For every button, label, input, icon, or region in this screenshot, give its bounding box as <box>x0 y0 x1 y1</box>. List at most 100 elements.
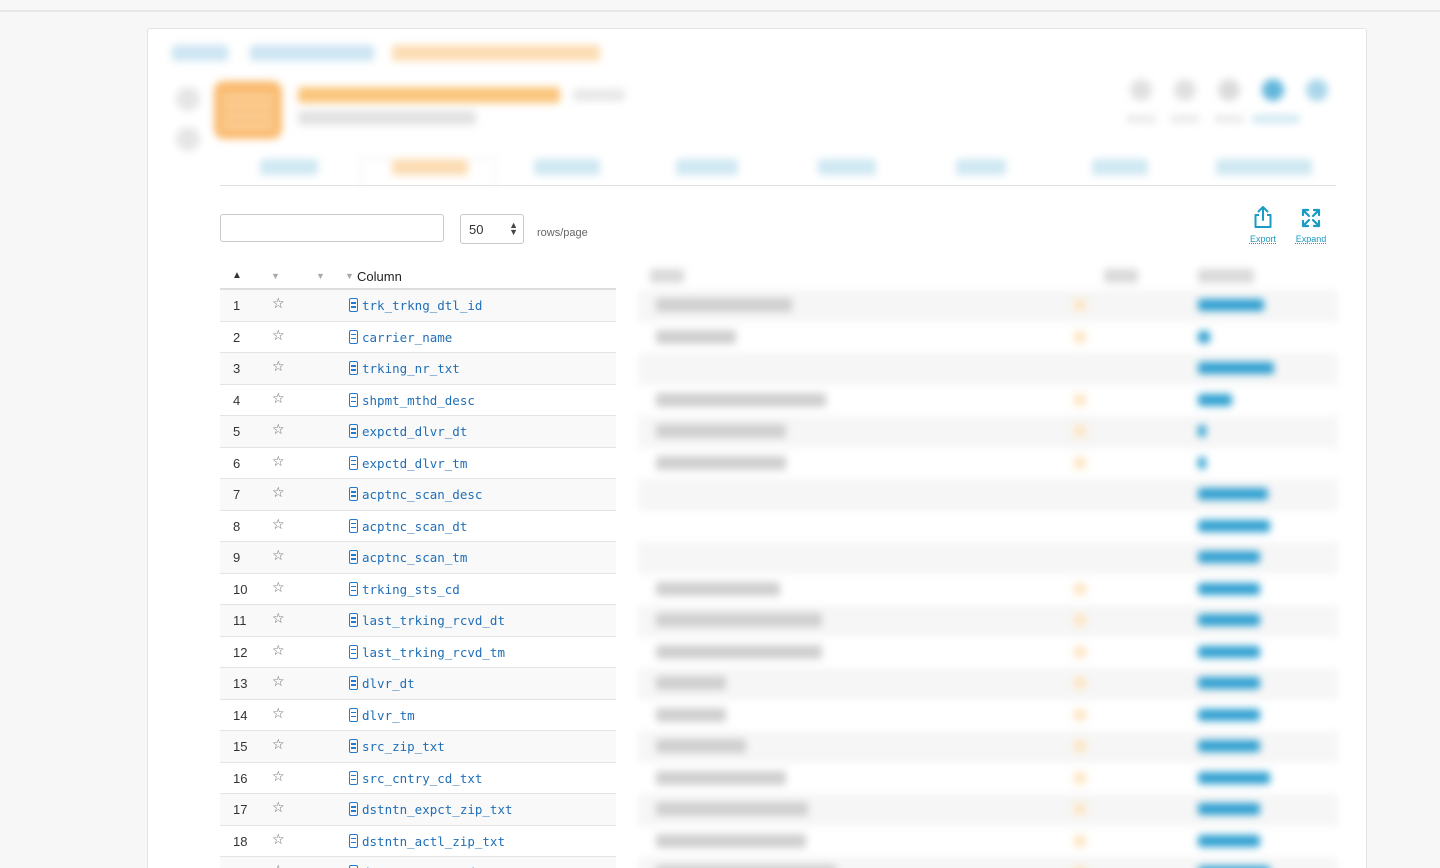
star-icon[interactable]: ☆ <box>272 799 285 816</box>
star-icon[interactable]: ☆ <box>272 547 285 564</box>
blurred-bar <box>1198 803 1260 815</box>
table-row[interactable]: 7 ☆ acptnc_scan_desc <box>220 479 616 511</box>
export-button[interactable]: Export <box>1243 205 1283 244</box>
star-icon[interactable]: ☆ <box>272 862 285 868</box>
star-icon[interactable]: ☆ <box>272 610 285 627</box>
blurred-key-icon <box>1074 708 1086 721</box>
breadcrumb-schema[interactable] <box>250 45 374 61</box>
row-number: 3 <box>233 361 241 376</box>
star-icon[interactable]: ☆ <box>272 768 285 785</box>
table-row[interactable]: 13 ☆ dlvr_dt <box>220 668 616 700</box>
tab[interactable] <box>956 159 1006 175</box>
tab-overview[interactable] <box>260 159 318 175</box>
column-icon <box>349 802 358 816</box>
star-icon[interactable]: ☆ <box>272 453 285 470</box>
sort-descending-icon[interactable]: ▼ <box>271 271 280 281</box>
tab-columns[interactable] <box>392 159 468 175</box>
blurred-row <box>638 826 1338 858</box>
page-subtitle <box>298 111 476 125</box>
sort-descending-icon[interactable]: ▼ <box>316 271 325 281</box>
column-name-link[interactable]: last_trking_rcvd_dt <box>362 613 505 628</box>
tab[interactable] <box>1092 159 1148 175</box>
main-card: 50 ▲ ▼ rows/page Export Expand ▲ ▼ ▼ ▼ Co… <box>147 28 1367 868</box>
table-row[interactable]: 17 ☆ dstntn_expct_zip_txt <box>220 794 616 826</box>
star-icon[interactable]: ☆ <box>272 642 285 659</box>
column-name-link[interactable]: expctd_dlvr_dt <box>362 424 467 439</box>
star-icon[interactable]: ☆ <box>272 516 285 533</box>
blurred-key-icon <box>1074 582 1086 595</box>
tab[interactable] <box>1216 159 1312 175</box>
star-icon[interactable]: ☆ <box>272 484 285 501</box>
column-name-link[interactable]: shpmt_mthd_desc <box>362 393 475 408</box>
table-row[interactable]: 3 ☆ trking_nr_txt <box>220 353 616 385</box>
star-icon[interactable]: ☆ <box>272 295 285 312</box>
star-icon[interactable]: ☆ <box>272 705 285 722</box>
table-row[interactable]: 1 ☆ trk_trkng_dtl_id <box>220 290 616 322</box>
column-name-link[interactable]: acptnc_scan_tm <box>362 550 467 565</box>
blurred-key-icon <box>1074 834 1086 847</box>
star-icon[interactable]: ☆ <box>272 327 285 344</box>
table-row[interactable]: 8 ☆ acptnc_scan_dt <box>220 511 616 542</box>
blurred-key-icon <box>1074 456 1086 469</box>
column-name-link[interactable]: last_trking_rcvd_tm <box>362 645 505 660</box>
table-row[interactable]: 14 ☆ dlvr_tm <box>220 700 616 731</box>
add-icon[interactable] <box>176 87 200 111</box>
blurred-key-icon <box>1074 393 1086 406</box>
blurred-row <box>638 511 1338 543</box>
star-icon[interactable]: ☆ <box>272 579 285 596</box>
tab[interactable] <box>676 159 738 175</box>
breadcrumb-home[interactable] <box>172 45 228 61</box>
add-icon[interactable] <box>176 127 200 151</box>
tab[interactable] <box>818 159 876 175</box>
table-row[interactable]: 15 ☆ src_zip_txt <box>220 731 616 763</box>
blurred-bar <box>1198 582 1260 595</box>
action-icon[interactable] <box>1306 79 1328 101</box>
search-input[interactable] <box>220 214 444 242</box>
table-row[interactable]: 16 ☆ src_cntry_cd_txt <box>220 763 616 794</box>
table-row[interactable]: 9 ☆ acptnc_scan_tm <box>220 542 616 574</box>
table-row[interactable]: 18 ☆ dstntn_actl_zip_txt <box>220 826 616 857</box>
blurred-bar <box>1198 740 1260 752</box>
star-icon[interactable]: ☆ <box>272 421 285 438</box>
column-name-link[interactable]: src_cntry_cd_txt <box>362 771 482 786</box>
star-icon[interactable]: ☆ <box>272 390 285 407</box>
table-row[interactable]: 10 ☆ trking_sts_cd <box>220 574 616 605</box>
column-name-link[interactable]: trk_trkng_dtl_id <box>362 298 482 313</box>
table-row[interactable]: 11 ☆ last_trking_rcvd_dt <box>220 605 616 637</box>
table-row[interactable]: 12 ☆ last_trking_rcvd_tm <box>220 637 616 668</box>
tab[interactable] <box>534 159 600 175</box>
table-row[interactable]: 4 ☆ shpmt_mthd_desc <box>220 385 616 416</box>
action-icon[interactable] <box>1218 79 1240 101</box>
column-name-link[interactable]: trking_sts_cd <box>362 582 460 597</box>
action-icon[interactable] <box>1174 79 1196 101</box>
table-row[interactable]: 5 ☆ expctd_dlvr_dt <box>220 416 616 448</box>
star-icon[interactable]: ☆ <box>272 358 285 375</box>
column-name-link[interactable]: dlvr_tm <box>362 708 415 723</box>
sort-ascending-icon[interactable]: ▲ <box>232 270 242 281</box>
blurred-type <box>656 329 736 344</box>
rows-per-page-select[interactable]: 50 ▲ ▼ <box>460 214 524 244</box>
table-row[interactable]: 6 ☆ expctd_dlvr_tm <box>220 448 616 479</box>
column-name-link[interactable]: acptnc_scan_dt <box>362 519 467 534</box>
column-name-link[interactable]: expctd_dlvr_tm <box>362 456 467 471</box>
star-icon[interactable]: ☆ <box>272 673 285 690</box>
column-sort-icon[interactable]: ▼ <box>345 271 354 281</box>
action-icon[interactable] <box>1262 79 1284 101</box>
blurred-row <box>638 448 1338 480</box>
action-label <box>1214 115 1244 123</box>
table-row[interactable]: 2 ☆ carrier_name <box>220 322 616 353</box>
column-name-link[interactable]: src_zip_txt <box>362 739 445 754</box>
star-icon[interactable]: ☆ <box>272 736 285 753</box>
column-name-link[interactable]: dstntn_expct_zip_txt <box>362 802 513 817</box>
column-name-link[interactable]: acptnc_scan_desc <box>362 487 482 502</box>
column-name-link[interactable]: carrier_name <box>362 330 452 345</box>
action-icon[interactable] <box>1130 79 1152 101</box>
star-icon[interactable]: ☆ <box>272 831 285 848</box>
column-name-link[interactable]: dlvr_dt <box>362 676 415 691</box>
column-name-link[interactable]: dstntn_actl_zip_txt <box>362 834 505 849</box>
column-header[interactable]: Column <box>357 269 402 284</box>
expand-button[interactable]: Expand <box>1291 205 1331 244</box>
table-row[interactable]: 19☆dstntn_cntry_cd_txt <box>220 857 616 868</box>
blurred-row <box>638 322 1338 354</box>
column-name-link[interactable]: trking_nr_txt <box>362 361 460 376</box>
